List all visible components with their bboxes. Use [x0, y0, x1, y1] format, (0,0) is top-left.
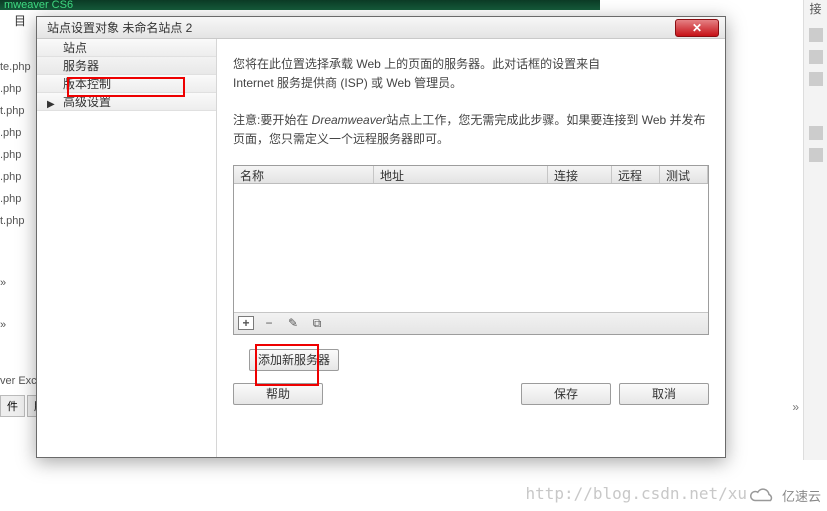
dialog-title: 站点设置对象 未命名站点 2: [47, 19, 675, 36]
add-server-button[interactable]: +: [238, 316, 254, 330]
panel-icon[interactable]: [809, 148, 823, 162]
dialog-nav: 站点 服务器 版本控制 ▶ 高级设置: [37, 39, 217, 457]
expand-arrow-icon: ▶: [47, 96, 55, 114]
col-remote[interactable]: 远程: [612, 166, 660, 183]
note-text: 注意:要开始在: [233, 113, 312, 127]
edit-server-button[interactable]: ✎: [284, 315, 302, 331]
table-body-empty: [234, 184, 708, 312]
site-setup-dialog: 站点设置对象 未命名站点 2 ✕ 站点 服务器 版本控制 ▶ 高级设置 您将在此…: [36, 16, 726, 458]
more-indicator: »: [0, 272, 40, 294]
cancel-button[interactable]: 取消: [619, 383, 709, 405]
col-name[interactable]: 名称: [234, 166, 374, 183]
add-new-server-button[interactable]: 添加新服务器: [249, 349, 339, 371]
panel-icon[interactable]: [809, 72, 823, 86]
panel-icon[interactable]: [809, 50, 823, 64]
file-list: te.php .php t.php .php .php .php .php t.…: [0, 56, 40, 336]
panel-icon[interactable]: [809, 28, 823, 42]
remove-server-button[interactable]: −: [260, 315, 278, 331]
nav-item-site[interactable]: 站点: [37, 39, 216, 57]
duplicate-server-button[interactable]: ⧉: [308, 315, 326, 331]
server-description: 您将在此位置选择承载 Web 上的页面的服务器。此对话框的设置来自 Intern…: [233, 55, 709, 93]
close-button[interactable]: ✕: [675, 19, 719, 37]
close-icon: ✕: [692, 21, 702, 35]
dialog-body: 站点 服务器 版本控制 ▶ 高级设置 您将在此位置选择承载 Web 上的页面的服…: [37, 39, 725, 457]
file-item[interactable]: t.php: [0, 100, 40, 122]
file-item[interactable]: .php: [0, 166, 40, 188]
right-panel-strip: 接: [803, 0, 827, 460]
dialog-footer: 帮助 保存 取消: [233, 383, 709, 405]
file-item[interactable]: .php: [0, 78, 40, 100]
col-address[interactable]: 地址: [374, 166, 548, 183]
panel-icon[interactable]: [809, 126, 823, 140]
nav-item-advanced[interactable]: ▶ 高级设置: [37, 93, 216, 111]
dialog-titlebar[interactable]: 站点设置对象 未命名站点 2 ✕: [37, 17, 725, 39]
more-indicator: »: [0, 314, 40, 336]
file-item[interactable]: te.php: [0, 56, 40, 78]
table-toolbar: + − ✎ ⧉: [234, 312, 708, 334]
col-test[interactable]: 测试: [660, 166, 708, 183]
sidebar-label: 目: [0, 12, 40, 29]
server-table: 名称 地址 连接 远程 测试 + − ✎ ⧉: [233, 165, 709, 335]
help-button[interactable]: 帮助: [233, 383, 323, 405]
collapse-chevron-icon[interactable]: »: [792, 400, 799, 414]
file-item[interactable]: t.php: [0, 210, 40, 232]
save-button[interactable]: 保存: [521, 383, 611, 405]
tab-files[interactable]: 件: [0, 395, 25, 417]
file-item[interactable]: .php: [0, 144, 40, 166]
file-item[interactable]: .php: [0, 122, 40, 144]
table-header: 名称 地址 连接 远程 测试: [234, 166, 708, 184]
server-note: 注意:要开始在 Dreamweaver站点上工作，您无需完成此步骤。如果要连接到…: [233, 111, 709, 148]
app-titlebar: mweaver CS6: [0, 0, 600, 10]
watermark-url: http://blog.csdn.net/xu: [525, 484, 747, 503]
cloud-icon: [748, 487, 778, 505]
right-char: 接: [804, 0, 827, 20]
col-connection[interactable]: 连接: [548, 166, 612, 183]
nav-item-version[interactable]: 版本控制: [37, 75, 216, 93]
file-item[interactable]: .php: [0, 188, 40, 210]
cloud-brand-text: 亿速云: [782, 486, 821, 505]
note-appname: Dreamweaver: [312, 113, 387, 127]
dialog-content: 您将在此位置选择承载 Web 上的页面的服务器。此对话框的设置来自 Intern…: [217, 39, 725, 457]
nav-item-server[interactable]: 服务器: [37, 57, 216, 75]
yisu-cloud-logo: 亿速云: [748, 486, 821, 505]
nav-item-label: 高级设置: [63, 95, 111, 109]
